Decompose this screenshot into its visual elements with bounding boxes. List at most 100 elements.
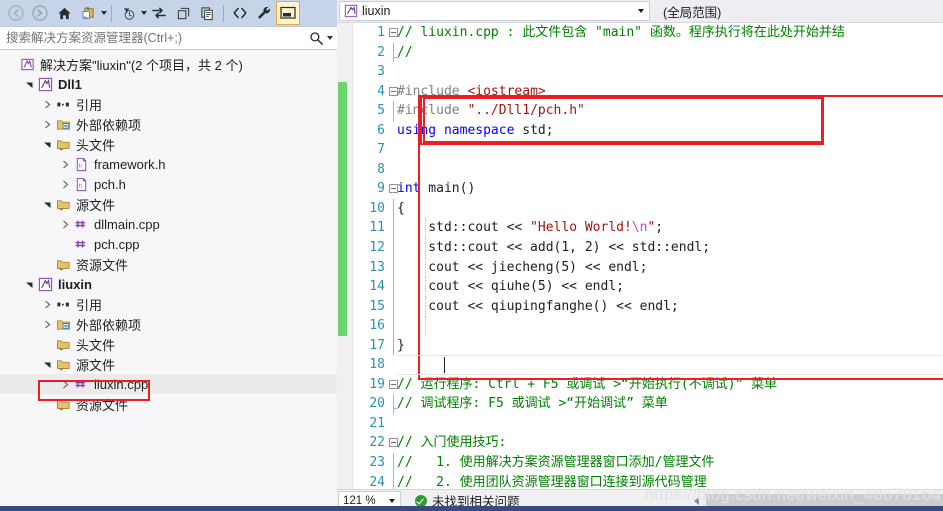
- code-line-text: // 运行程序: Ctrl + F5 或调试 >“开始执行(不调试)” 菜单: [397, 376, 778, 392]
- code-line-16[interactable]: 16: [337, 316, 943, 336]
- expander-collapsed-icon[interactable]: [58, 154, 72, 174]
- expander-expanded-icon[interactable]: [40, 354, 54, 374]
- refresh-icon[interactable]: [147, 1, 171, 25]
- chevron-down-icon[interactable]: [389, 498, 395, 503]
- code-line-20[interactable]: 20 // 调试程序: F5 或调试 >“开始调试” 菜单: [337, 394, 943, 414]
- code-line-1[interactable]: 1 // liuxin.cpp : 此文件包含 "main" 函数。程序执行将在此…: [337, 23, 943, 43]
- external-deps-icon: [54, 116, 72, 132]
- search-icon[interactable]: [309, 31, 324, 46]
- member-scope-dropdown[interactable]: (全局范围): [650, 0, 943, 22]
- tree-item-label: 外部依赖项: [76, 117, 142, 133]
- code-line-text: int main(): [397, 181, 476, 197]
- tree-item-17[interactable]: 资源文件: [0, 394, 337, 414]
- code-line-14[interactable]: 14 cout << qiuhe(5) << endl;: [337, 277, 943, 297]
- code-text-area[interactable]: 1 // liuxin.cpp : 此文件包含 "main" 函数。程序执行将在此…: [337, 23, 943, 489]
- fold-guide-line: [393, 198, 394, 219]
- back-icon[interactable]: [4, 1, 28, 25]
- expander-collapsed-icon[interactable]: [40, 314, 54, 334]
- code-line-12[interactable]: 12 std::cout << add(1, 2) << std::endl;: [337, 238, 943, 258]
- fold-guide-line: [393, 257, 394, 278]
- tree-item-7[interactable]: 源文件: [0, 194, 337, 214]
- code-line-22[interactable]: 22 // 入门使用技巧:: [337, 433, 943, 453]
- tree-item-label: 源文件: [76, 197, 116, 213]
- fold-guide-line: [393, 218, 394, 239]
- preview-selected-items-icon[interactable]: [276, 1, 300, 25]
- tree-item-label: 头文件: [76, 137, 116, 153]
- toolbar-separator: [111, 4, 112, 22]
- expander-expanded-icon[interactable]: [40, 134, 54, 154]
- tree-item-15[interactable]: 源文件: [0, 354, 337, 374]
- tree-item-2[interactable]: 引用: [0, 94, 337, 114]
- tree-item-5[interactable]: h framework.h: [0, 154, 337, 174]
- code-line-2[interactable]: 2 //: [337, 42, 943, 63]
- expander-expanded-icon[interactable]: [22, 274, 36, 294]
- tree-item-1[interactable]: Dll1: [0, 74, 337, 94]
- home-icon[interactable]: [52, 1, 76, 25]
- watermark-text: https://blog.csdn.net/weixin_48678164: [644, 485, 941, 504]
- search-input[interactable]: [6, 31, 309, 45]
- code-line-10[interactable]: 10{: [337, 198, 943, 219]
- code-line-15[interactable]: 15 cout << qiupingfanghe() << endl;: [337, 296, 943, 317]
- tree-item-13[interactable]: 外部依赖项: [0, 314, 337, 334]
- tree-item-14[interactable]: 头文件: [0, 334, 337, 354]
- code-line-7[interactable]: 7: [337, 140, 943, 160]
- code-line-13[interactable]: 13 cout << jiecheng(5) << endl;: [337, 257, 943, 278]
- code-line-6[interactable]: 6 using namespace std;: [337, 121, 943, 141]
- code-line-11[interactable]: 11 std::cout << "Hello World!\n";: [337, 218, 943, 239]
- line-number: 24: [369, 474, 385, 489]
- tree-item-8[interactable]: dllmain.cpp: [0, 214, 337, 234]
- tree-item-10[interactable]: 资源文件: [0, 254, 337, 274]
- tree-item-12[interactable]: 引用: [0, 294, 337, 314]
- search-dropdown-caret-icon[interactable]: [327, 36, 333, 40]
- code-line-21[interactable]: 21: [337, 414, 943, 434]
- tree-item-label: framework.h: [94, 156, 166, 172]
- sync-dropdown-caret-icon[interactable]: [101, 11, 107, 15]
- properties-wrench-icon[interactable]: [252, 1, 276, 25]
- pending-changes-filter-icon[interactable]: [116, 1, 140, 25]
- fold-guide-line: [393, 316, 394, 336]
- code-line-text: // liuxin.cpp : 此文件包含 "main" 函数。程序执行将在此处…: [397, 25, 845, 40]
- collapse-all-icon[interactable]: [171, 1, 195, 25]
- expander-collapsed-icon[interactable]: [40, 294, 54, 314]
- line-number: 1: [377, 25, 385, 40]
- expander-collapsed-icon[interactable]: [58, 174, 72, 194]
- tree-item-16[interactable]: liuxin.cpp: [0, 374, 337, 394]
- show-all-files-icon[interactable]: [195, 1, 219, 25]
- tree-item-11[interactable]: liuxin: [0, 274, 337, 294]
- project-scope-dropdown[interactable]: liuxin: [339, 1, 650, 21]
- tree-item-6[interactable]: h pch.h: [0, 174, 337, 194]
- code-line-5[interactable]: 5 #include "../Dll1/pch.h": [337, 101, 943, 121]
- tree-item-9[interactable]: pch.cpp: [0, 234, 337, 254]
- code-line-17[interactable]: 17}: [337, 335, 943, 356]
- solution-explorer-search[interactable]: [0, 26, 337, 50]
- code-line-3[interactable]: 3: [337, 62, 943, 82]
- line-number: 23: [369, 455, 385, 471]
- expander-collapsed-icon[interactable]: [40, 94, 54, 114]
- expander-none: [40, 254, 54, 274]
- forward-icon[interactable]: [28, 1, 52, 25]
- expander-expanded-icon[interactable]: [40, 194, 54, 214]
- code-line-8[interactable]: 8: [337, 160, 943, 180]
- code-line-19[interactable]: 19 // 运行程序: Ctrl + F5 或调试 >“开始执行(不调试)” 菜单: [337, 375, 943, 395]
- expander-collapsed-icon[interactable]: [58, 214, 72, 234]
- tree-item-4[interactable]: 头文件: [0, 134, 337, 154]
- code-line-4[interactable]: 4 #include <iostream>: [337, 82, 943, 102]
- solution-tree[interactable]: 解决方案"liuxin"(2 个项目，共 2 个) Dll1 引用 外部依赖项 头文件 h…: [0, 50, 337, 511]
- expander-collapsed-icon[interactable]: [40, 114, 54, 134]
- code-line-23[interactable]: 23 // 1. 使用解决方案资源管理器窗口添加/管理文件: [337, 453, 943, 473]
- tree-item-0[interactable]: 解决方案"liuxin"(2 个项目，共 2 个): [0, 54, 337, 74]
- chevron-down-icon[interactable]: [638, 9, 644, 13]
- tree-item-3[interactable]: 外部依赖项: [0, 114, 337, 134]
- expander-collapsed-icon[interactable]: [58, 374, 72, 394]
- code-line-text: std::cout << add(1, 2) << std::endl;: [397, 240, 711, 256]
- expander-expanded-icon[interactable]: [22, 74, 36, 94]
- project-icon: [36, 76, 54, 92]
- tree-item-label: Dll1: [58, 76, 82, 92]
- view-code-icon[interactable]: [228, 1, 252, 25]
- code-line-text: cout << qiupingfanghe() << endl;: [397, 298, 679, 314]
- fold-guide-line: [393, 296, 394, 317]
- code-line-9[interactable]: 9 int main(): [337, 179, 943, 199]
- sync-with-active-document-icon[interactable]: [76, 1, 100, 25]
- code-line-text: #include "../Dll1/pch.h": [397, 103, 585, 119]
- status-ok-icon: [415, 494, 427, 507]
